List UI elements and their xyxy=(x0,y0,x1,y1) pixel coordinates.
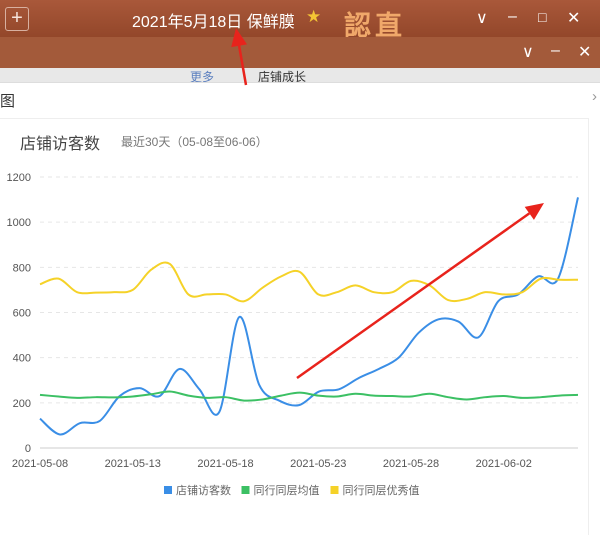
legend-entry: 同行同层优秀值 xyxy=(343,484,420,497)
x-tick-label: 2021-05-13 xyxy=(105,458,161,470)
legend-swatch xyxy=(241,486,250,494)
y-tick-label: 800 xyxy=(13,262,31,274)
series-line-0 xyxy=(39,197,579,436)
legend-swatch xyxy=(164,486,172,494)
x-tick-label: 2021-05-28 xyxy=(383,458,439,470)
x-tick-label: 2021-05-08 xyxy=(12,458,68,470)
y-tick-label: 200 xyxy=(13,398,31,410)
y-tick-label: 1000 xyxy=(7,217,31,229)
x-tick-label: 2021-05-23 xyxy=(290,458,346,470)
y-tick-label: 400 xyxy=(13,353,31,365)
date-arrow-head xyxy=(231,28,247,48)
series-line-2 xyxy=(39,261,579,303)
legend-swatch xyxy=(330,486,339,494)
x-tick-label: 2021-06-02 xyxy=(476,458,532,470)
line-chart: 0 200 400 600 800 1000 1200 2021-05-08 2021-05-1… xyxy=(7,28,579,497)
x-tick-label: 2021-05-18 xyxy=(197,458,253,470)
trend-arrow-head xyxy=(524,203,544,220)
date-arrow-shaft xyxy=(237,45,248,86)
y-tick-label: 600 xyxy=(13,308,31,320)
y-tick-label: 1200 xyxy=(7,172,31,184)
legend-entry: 同行同层均值 xyxy=(254,484,320,497)
y-tick-label: 0 xyxy=(25,443,31,455)
trend-arrow-shaft xyxy=(296,212,531,380)
legend-entry: 店铺访客数 xyxy=(176,483,231,497)
